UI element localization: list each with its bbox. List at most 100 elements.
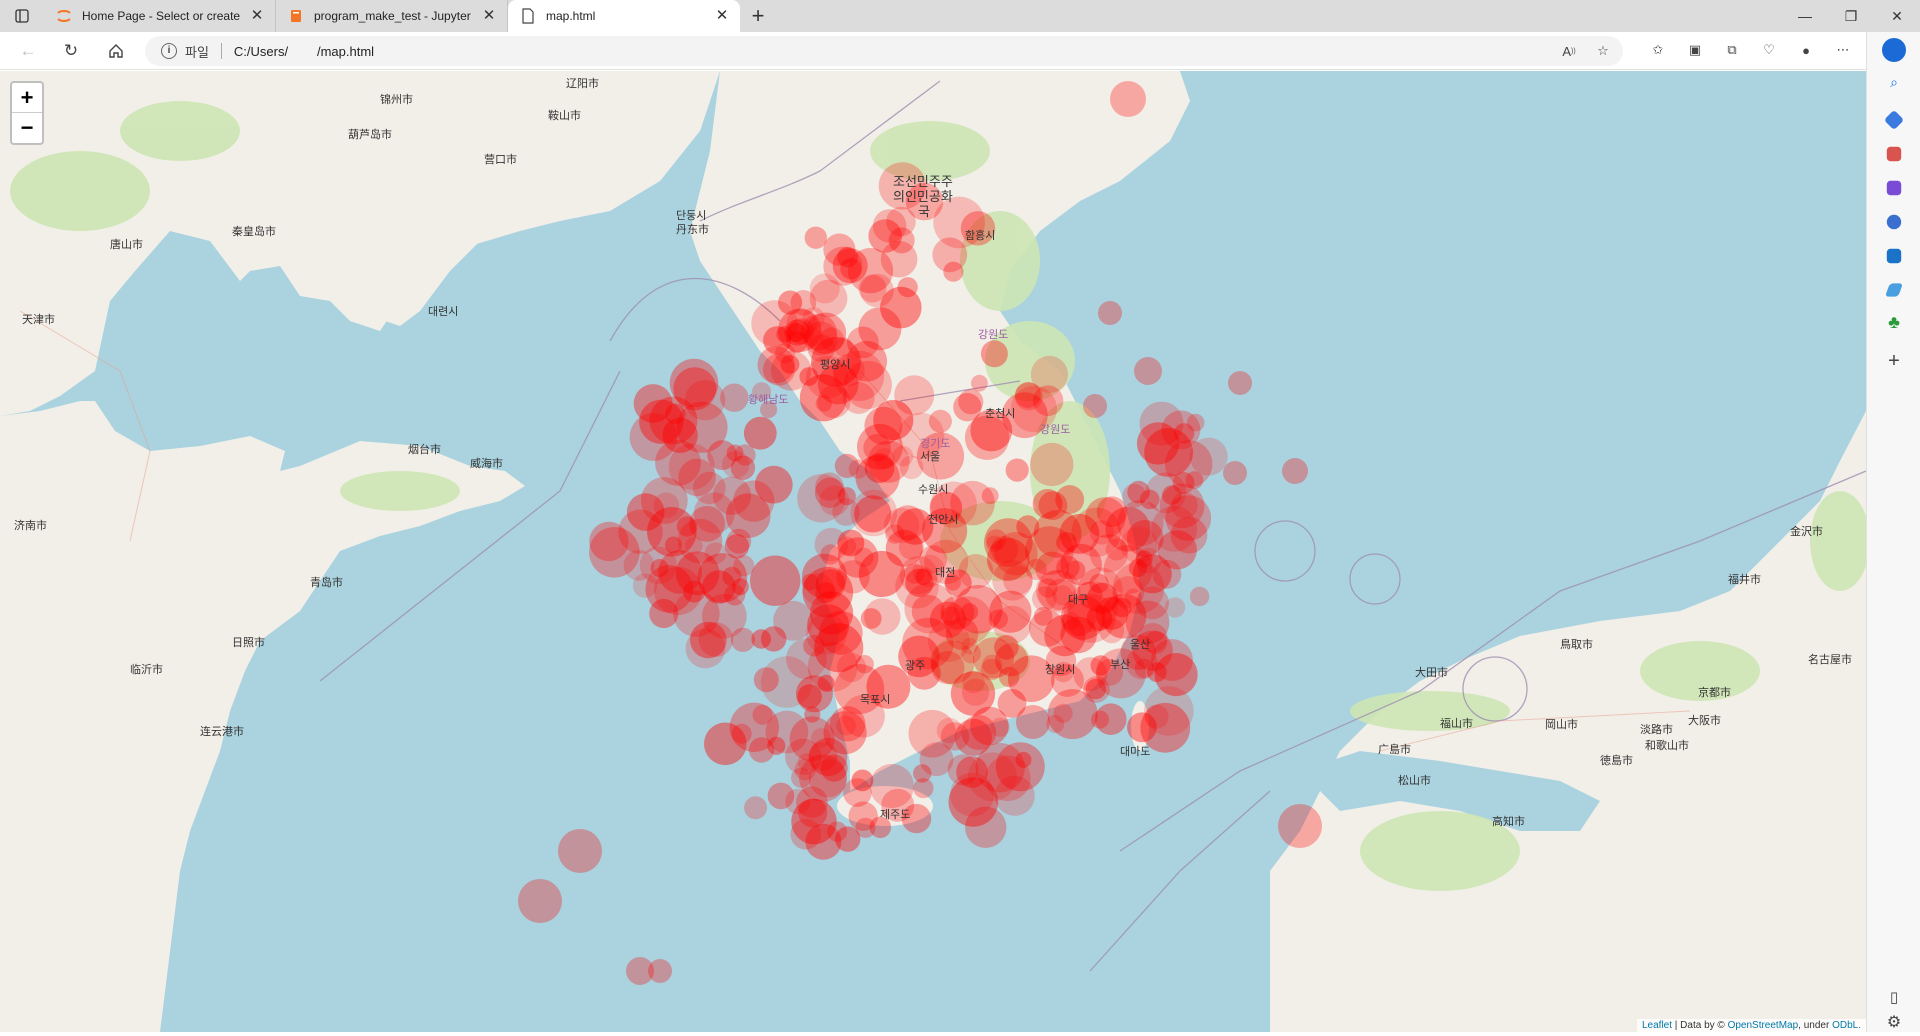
restore-icon[interactable]: ❐ [1828,0,1874,32]
new-tab-button[interactable]: + [740,0,776,32]
earthquake-marker[interactable] [864,598,901,635]
earthquake-marker[interactable] [767,782,795,810]
earthquake-marker[interactable] [823,233,856,266]
sidebar-toggle-icon[interactable]: ▯ [1882,988,1906,1012]
earthquake-marker[interactable] [704,542,727,565]
earthquake-marker[interactable] [1223,461,1247,485]
earthquake-marker[interactable] [804,226,827,249]
earthquake-marker[interactable] [773,600,814,641]
earthquake-marker[interactable] [947,754,979,786]
earthquake-marker[interactable] [648,959,672,983]
address-bar[interactable]: i 파일 C:/Users/ /map.html A)) ☆ [145,36,1623,66]
earthquake-marker[interactable] [1103,545,1153,594]
add-icon[interactable]: + [1882,350,1906,374]
send-icon[interactable] [1884,283,1904,297]
earthquake-marker[interactable] [684,380,726,421]
earthquake-marker[interactable] [960,603,979,621]
earthquake-marker[interactable] [975,743,1025,793]
earthquake-marker[interactable] [1144,428,1193,477]
earthquake-marker[interactable] [1139,489,1160,510]
earthquake-marker[interactable] [1056,532,1077,553]
earthquake-marker[interactable] [1189,586,1210,607]
earthquake-marker[interactable] [726,528,752,554]
earthquake-marker[interactable] [1030,442,1074,487]
earthquake-marker[interactable] [1154,653,1198,697]
tree-icon[interactable]: ♣ [1882,312,1906,336]
earthquake-marker[interactable] [673,590,720,637]
earthquake-marker[interactable] [1038,491,1068,520]
earthquake-marker[interactable] [763,326,792,355]
url-text[interactable]: C:/Users/ /map.html [234,44,374,59]
earthquake-marker[interactable] [836,715,856,736]
earthquake-marker[interactable] [640,477,688,524]
earthquake-marker[interactable] [720,383,749,412]
earthquake-marker[interactable] [731,723,752,744]
earthquake-marker[interactable] [860,273,894,308]
earthquake-marker[interactable] [1098,301,1122,325]
earthquake-marker[interactable] [744,796,768,820]
favorites-icon[interactable]: ✩ [1648,40,1668,60]
earthquake-marker[interactable] [885,529,923,567]
earthquake-marker[interactable] [908,709,957,758]
add-favorite-icon[interactable]: ☆ [1593,41,1613,61]
earthquake-marker[interactable] [999,666,1020,688]
tab-home-page[interactable]: Home Page - Select or create a n ✕ [44,0,276,32]
more-options-icon[interactable]: ⋯ [1833,40,1853,60]
earthquake-marker[interactable] [1015,382,1041,408]
earthquake-marker[interactable] [1278,804,1322,848]
earthquake-marker[interactable] [832,498,860,526]
earthquake-marker[interactable] [980,340,1008,368]
earthquake-marker[interactable] [809,273,840,304]
back-icon[interactable]: ← [14,39,42,63]
refresh-icon[interactable]: ↻ [57,39,85,63]
earthquake-marker[interactable] [1282,458,1308,484]
settings-icon[interactable]: ⚙ [1882,1012,1906,1036]
earthquake-marker[interactable] [833,337,853,357]
earthquake-marker[interactable] [753,667,779,693]
earthquake-marker[interactable] [623,550,655,581]
earthquake-marker[interactable] [897,277,918,298]
search-icon[interactable]: ⌕ [1882,74,1906,98]
close-tab-icon[interactable]: ✕ [714,8,730,24]
profile-icon[interactable]: ● [1796,40,1816,60]
earthquake-marker[interactable] [1062,603,1096,637]
earthquake-marker[interactable] [712,476,752,515]
earthquake-marker[interactable] [754,465,793,504]
earthquake-marker[interactable] [798,798,828,828]
earthquake-marker[interactable] [1056,555,1080,580]
earthquake-marker[interactable] [1172,472,1195,494]
home-icon[interactable] [102,39,130,63]
minimize-icon[interactable]: — [1782,0,1828,32]
read-aloud-icon[interactable]: A)) [1559,41,1579,61]
earthquake-marker[interactable] [734,444,756,466]
shopping-icon[interactable] [1883,109,1905,131]
earthquake-marker[interactable] [767,736,786,755]
earthquake-marker[interactable] [743,416,777,450]
earthquake-marker[interactable] [1083,394,1107,418]
leaflet-map[interactable]: 조선민주주 의인민공화 국 단둥시 丹东市 대련시 天津市 함흥시 평양시 황해남도 강원도 춘천시 서… [0,71,1866,1032]
browser-essentials-icon[interactable]: ♡ [1759,40,1779,60]
earthquake-marker[interactable] [943,261,964,282]
outlook-icon[interactable] [1886,248,1902,264]
microsoft365-icon[interactable] [1886,214,1902,230]
osm-link[interactable]: OpenStreetMap [1728,1020,1799,1031]
earthquake-marker[interactable] [994,532,1038,576]
tab-map-html[interactable]: map.html ✕ [508,0,740,32]
earthquake-marker[interactable] [1165,495,1212,541]
earthquake-marker[interactable] [855,817,876,838]
earthquake-marker[interactable] [1110,81,1146,117]
tools-icon[interactable] [1886,146,1902,162]
tab-notebook[interactable]: program_make_test - Jupyter No ✕ [276,0,508,32]
split-screen-icon[interactable]: ▣ [1685,40,1705,60]
games-icon[interactable] [1886,180,1902,196]
close-tab-icon[interactable]: ✕ [481,8,497,24]
earthquake-marker[interactable] [750,555,801,606]
info-icon[interactable]: i [161,43,177,59]
leaflet-link[interactable]: Leaflet [1642,1020,1672,1031]
copilot-icon[interactable] [1882,38,1906,62]
odbl-link[interactable]: ODbL. [1832,1020,1861,1031]
earthquake-marker[interactable] [855,655,874,674]
earthquake-marker[interactable] [1005,458,1029,482]
earthquake-marker[interactable] [990,717,1010,737]
earthquake-marker[interactable] [589,521,629,562]
